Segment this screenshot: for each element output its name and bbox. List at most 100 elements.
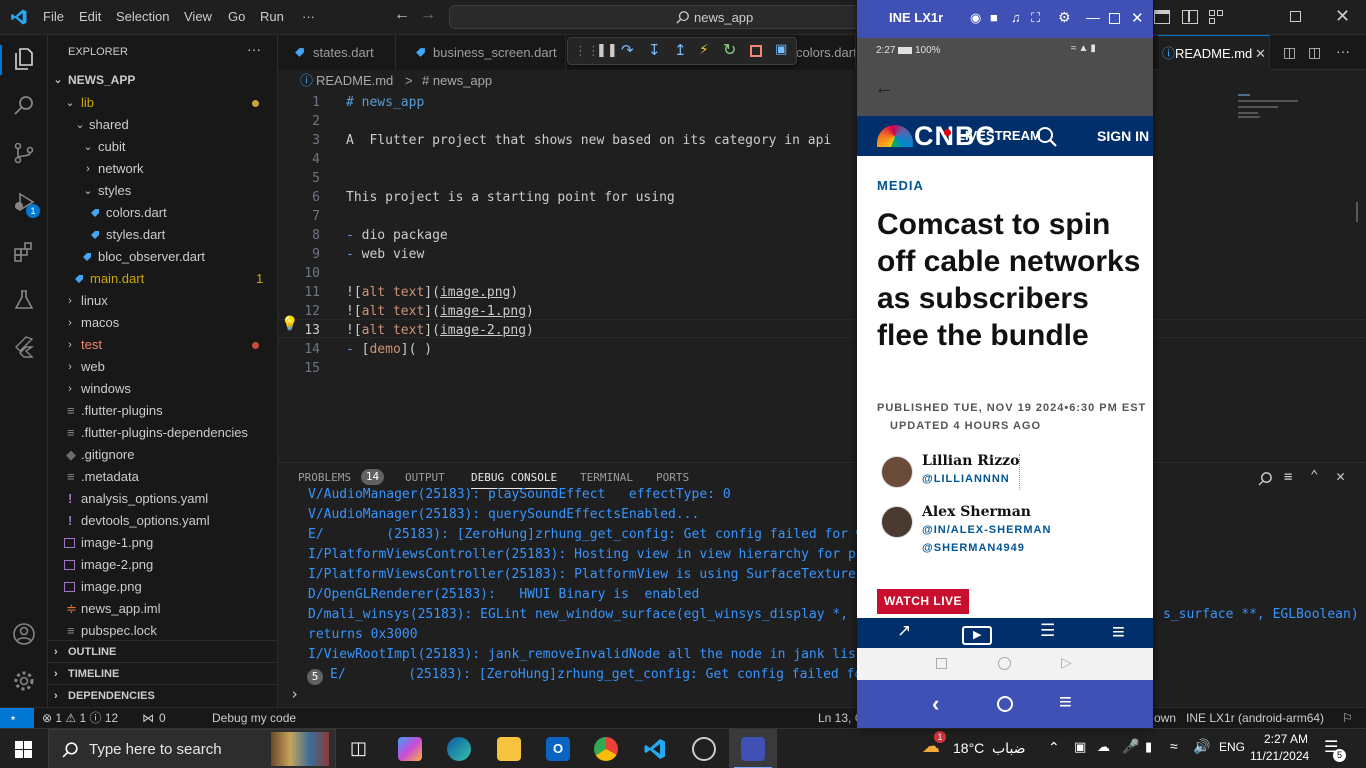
settings-gear-icon[interactable] <box>12 669 36 693</box>
obs-icon[interactable] <box>692 737 716 761</box>
tab-states-dart[interactable]: states.dart <box>278 35 396 70</box>
menu-go[interactable]: Go <box>228 9 245 24</box>
weather-desc[interactable]: ضباب <box>992 740 1026 757</box>
minimap[interactable] <box>1236 94 1306 124</box>
article-kicker[interactable]: MEDIA <box>877 178 924 193</box>
menu-hamburger-icon[interactable]: ≡ <box>1112 619 1125 645</box>
maximize-icon[interactable] <box>1109 13 1120 24</box>
author-name[interactable]: Lillian Rizzo <box>922 453 1019 469</box>
windows-start-icon[interactable] <box>15 741 32 758</box>
author-name[interactable]: Alex Sherman <box>922 504 1031 520</box>
ports-status-icon[interactable]: ⋈ <box>142 708 154 728</box>
input-language[interactable]: ENG <box>1219 740 1245 754</box>
microphone-icon[interactable]: 🎤 <box>1122 738 1139 755</box>
split-editor-icon[interactable]: ◫ <box>1308 44 1321 61</box>
markets-chart-icon[interactable]: ↗ <box>897 621 911 641</box>
testing-flask-icon[interactable] <box>12 288 36 312</box>
step-into-icon[interactable]: ↧ <box>648 41 661 59</box>
close-window-icon[interactable]: ✕ <box>1335 6 1350 27</box>
outlook-icon[interactable]: O <box>546 737 570 761</box>
livestream-link[interactable]: LIVESTREAM <box>957 128 1041 143</box>
fullscreen-icon[interactable]: ⛶ <box>1031 10 1040 26</box>
tree-folder-cubit[interactable]: ⌄ cubit <box>48 136 277 158</box>
tree-folder-lib[interactable]: ⌄ lib <box>48 92 277 114</box>
tree-folder-macos[interactable]: › macos <box>48 312 277 334</box>
code-line[interactable]: ![alt text](image-2.png) <box>346 323 534 338</box>
clock-date[interactable]: 11/21/2024 <box>1250 749 1309 763</box>
tree-file-colors-dart[interactable]: colors.dart <box>48 202 277 224</box>
tree-folder-shared[interactable]: ⌄ shared <box>48 114 277 136</box>
settings-gear-icon[interactable]: ⚙ <box>1058 9 1071 26</box>
tab-ports[interactable]: PORTS <box>656 471 689 484</box>
tree-folder-styles[interactable]: ⌄ styles <box>48 180 277 202</box>
flutter-icon[interactable] <box>12 335 36 359</box>
news-list-icon[interactable]: ☰ <box>1040 621 1055 641</box>
tree-file-main-dart[interactable]: main.dart 1 <box>48 268 277 290</box>
timeline-section[interactable]: › TIMELINE <box>48 662 277 684</box>
code-line[interactable]: - dio package <box>346 228 448 243</box>
tree-folder-network[interactable]: › network <box>48 158 277 180</box>
tree-file-metadata[interactable]: ≡ .metadata <box>48 466 277 488</box>
more-actions-icon[interactable]: ··· <box>247 41 261 57</box>
author-link[interactable]: @IN/ALEX-SHERMAN <box>922 524 1051 536</box>
close-icon[interactable]: ✕ <box>1131 9 1144 27</box>
back-arrow-icon[interactable]: ← <box>394 6 410 24</box>
tree-file-gitignore[interactable]: ◆ .gitignore <box>48 444 277 466</box>
tab-terminal[interactable]: TERMINAL <box>580 471 633 484</box>
home-icon[interactable] <box>998 657 1011 670</box>
tray-app-icon[interactable]: ▣ <box>1074 739 1086 755</box>
stop-icon[interactable] <box>750 45 762 57</box>
screenshot-icon[interactable]: ◉ <box>970 10 981 26</box>
devtools-icon[interactable]: ▣ <box>775 41 787 57</box>
scrcpy-taskbar-active[interactable] <box>729 729 777 768</box>
battery-icon[interactable]: ▮ <box>1145 739 1152 755</box>
code-line[interactable]: This project is a starting point for usi… <box>346 190 675 205</box>
step-over-icon[interactable]: ↷ <box>621 41 634 59</box>
step-out-icon[interactable]: ↥ <box>674 41 687 59</box>
tree-folder-test[interactable]: › test <box>48 334 277 356</box>
code-line[interactable]: ![alt text](image-1.png) <box>346 304 534 319</box>
tray-chevron-icon[interactable]: ⌃ <box>1048 739 1060 756</box>
tree-file-styles-dart[interactable]: styles.dart <box>48 224 277 246</box>
menu-view[interactable]: View <box>184 9 212 24</box>
code-line[interactable]: - [demo]( ) <box>346 342 432 357</box>
back-chevron-icon[interactable]: ‹ <box>932 691 939 717</box>
menu-edit[interactable]: Edit <box>79 9 101 24</box>
menu-lines-icon[interactable]: ≡ <box>1059 689 1072 715</box>
taskbar-search[interactable]: Type here to search <box>48 729 336 768</box>
remote-indicator[interactable]: ⋆ <box>0 708 34 729</box>
hot-restart-icon[interactable]: ↻ <box>723 40 736 60</box>
clock-time[interactable]: 2:27 AM <box>1258 732 1308 746</box>
device-selector[interactable]: INE LX1r (android-arm64) <box>1186 708 1324 728</box>
tree-file-image-1[interactable]: image-1.png <box>48 532 277 554</box>
tab-business-screen[interactable]: business_screen.dart <box>396 35 566 70</box>
outline-section[interactable]: › OUTLINE <box>48 640 277 662</box>
tree-folder-linux[interactable]: › linux <box>48 290 277 312</box>
edge-icon[interactable] <box>447 737 471 761</box>
menu-more[interactable]: ··· <box>302 9 315 24</box>
sidebar-toggle-icon[interactable] <box>1182 10 1198 24</box>
tab-output[interactable]: OUTPUT <box>405 471 445 484</box>
lightbulb-icon[interactable]: 💡 <box>281 316 298 332</box>
search-icon[interactable] <box>12 93 36 117</box>
explorer-files-icon[interactable] <box>12 47 36 71</box>
tree-folder-web[interactable]: › web <box>48 356 277 378</box>
maximize-panel-icon[interactable]: ⌃ <box>1310 468 1318 484</box>
watch-live-button[interactable]: WATCH LIVE <box>877 589 969 614</box>
editor-scrollbar[interactable] <box>1356 202 1358 222</box>
customize-layout-icon[interactable] <box>1209 10 1223 24</box>
file-explorer-icon[interactable] <box>497 737 521 761</box>
copilot-icon[interactable] <box>398 737 422 761</box>
problems-status[interactable]: ⊗ 1 ⚠ 1 ⓘ 12 <box>42 708 118 728</box>
tree-file-image[interactable]: image.png <box>48 576 277 598</box>
back-arrow-icon[interactable]: ← <box>874 77 894 100</box>
restore-window-icon[interactable] <box>1290 11 1301 22</box>
sign-in-link[interactable]: SIGN IN <box>1097 128 1149 144</box>
console-input-chevron-icon[interactable]: › <box>290 685 299 703</box>
menu-run[interactable]: Run <box>260 9 284 24</box>
code-line[interactable]: - web view <box>346 247 424 262</box>
menu-selection[interactable]: Selection <box>116 9 169 24</box>
code-line[interactable]: ![alt text](image.png) <box>346 285 518 300</box>
menu-file[interactable]: File <box>43 9 64 24</box>
volume-icon[interactable]: 🔊 <box>1193 738 1210 755</box>
